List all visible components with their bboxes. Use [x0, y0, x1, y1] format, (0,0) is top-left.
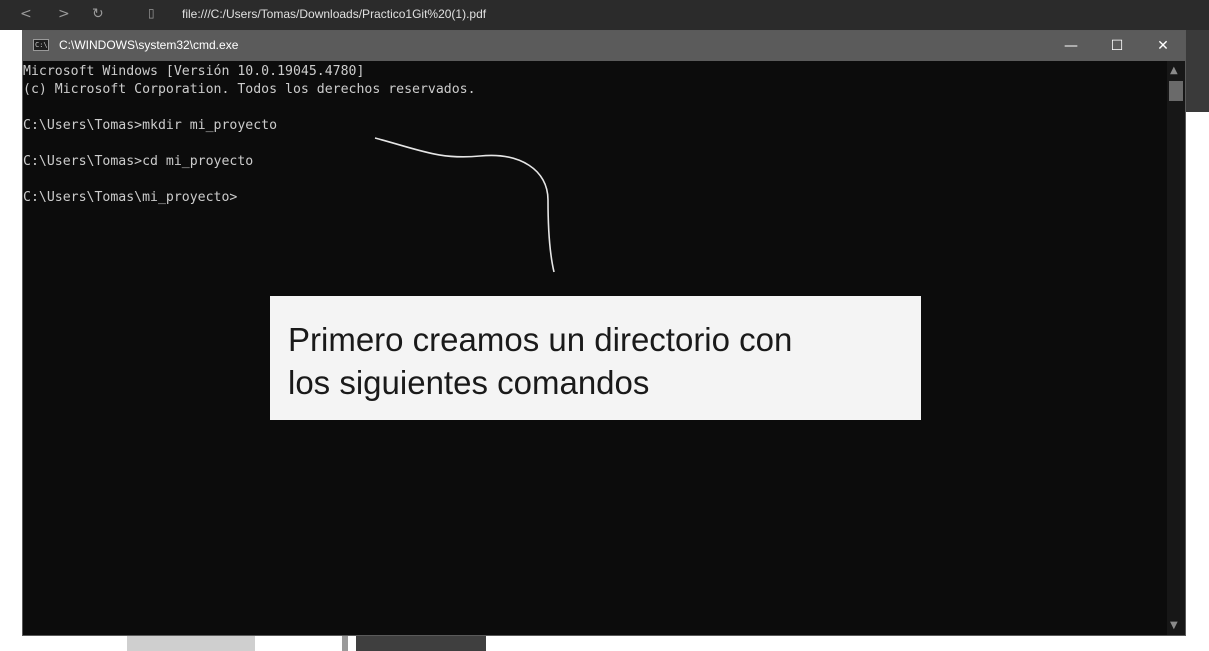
- annotation-callout: Primero creamos un directorio con los si…: [270, 296, 921, 420]
- callout-text-line: los siguientes comandos: [288, 364, 650, 401]
- callout-text-line: Primero creamos un directorio con: [288, 321, 793, 358]
